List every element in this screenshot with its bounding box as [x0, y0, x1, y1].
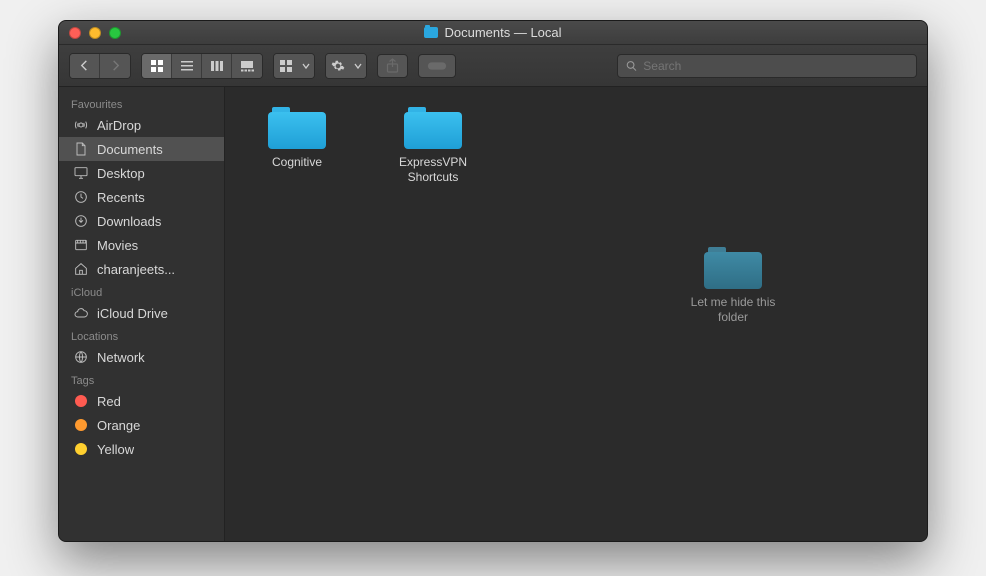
sidebar-item-label: charanjeets...	[97, 262, 175, 277]
titlebar: Documents — Local	[59, 21, 927, 45]
sidebar-item-orange[interactable]: Orange	[59, 413, 224, 437]
zoom-button[interactable]	[109, 27, 121, 39]
search-icon	[626, 60, 637, 72]
content-area[interactable]: Cognitive ExpressVPN Shortcuts Let me hi…	[225, 87, 927, 541]
sidebar-item-downloads[interactable]: Downloads	[59, 209, 224, 233]
gear-icon	[326, 54, 350, 78]
sidebar-item-label: Orange	[97, 418, 140, 433]
sidebar-item-charanjeets-[interactable]: charanjeets...	[59, 257, 224, 281]
sidebar-item-movies[interactable]: Movies	[59, 233, 224, 257]
folder-name: Cognitive	[272, 155, 322, 170]
cloud-icon	[73, 305, 89, 321]
sidebar: Favourites AirDrop Documents Desktop Recents…	[59, 87, 225, 541]
tags-button[interactable]	[418, 54, 456, 78]
sidebar-item-label: Movies	[97, 238, 138, 253]
tag-icon	[73, 417, 89, 433]
view-gallery-button[interactable]	[232, 54, 262, 78]
sidebar-item-label: iCloud Drive	[97, 306, 168, 321]
toolbar	[59, 45, 927, 87]
sidebar-section-label: Favourites	[59, 93, 224, 113]
folder-icon	[404, 107, 462, 149]
document-icon	[73, 141, 89, 157]
sidebar-item-documents[interactable]: Documents	[59, 137, 224, 161]
action-menu-button[interactable]	[325, 53, 367, 79]
sidebar-item-label: Red	[97, 394, 121, 409]
folder-item[interactable]: Let me hide this folder	[685, 247, 781, 325]
folder-item[interactable]: ExpressVPN Shortcuts	[385, 107, 481, 185]
window-body: Favourites AirDrop Documents Desktop Recents…	[59, 87, 927, 541]
view-mode-group	[141, 53, 263, 79]
window-controls	[69, 27, 121, 39]
network-icon	[73, 349, 89, 365]
folder-icon	[268, 107, 326, 149]
sidebar-section-label: Locations	[59, 325, 224, 345]
view-icons-button[interactable]	[142, 54, 172, 78]
view-columns-button[interactable]	[202, 54, 232, 78]
forward-button[interactable]	[100, 54, 130, 78]
chevron-down-icon	[298, 54, 314, 78]
sidebar-item-desktop[interactable]: Desktop	[59, 161, 224, 185]
back-button[interactable]	[70, 54, 100, 78]
sidebar-section-label: Tags	[59, 369, 224, 389]
downloads-icon	[73, 213, 89, 229]
share-button[interactable]	[377, 54, 408, 78]
minimize-button[interactable]	[89, 27, 101, 39]
sidebar-item-label: Downloads	[97, 214, 161, 229]
sidebar-item-red[interactable]: Red	[59, 389, 224, 413]
group-icon	[274, 54, 298, 78]
sidebar-item-label: Recents	[97, 190, 145, 205]
sidebar-section-label: iCloud	[59, 281, 224, 301]
sidebar-item-label: AirDrop	[97, 118, 141, 133]
finder-window: Documents — Local	[58, 20, 928, 542]
tag-icon	[73, 393, 89, 409]
recents-icon	[73, 189, 89, 205]
close-button[interactable]	[69, 27, 81, 39]
home-icon	[73, 261, 89, 277]
sidebar-item-label: Documents	[97, 142, 163, 157]
sidebar-item-recents[interactable]: Recents	[59, 185, 224, 209]
group-by-button[interactable]	[273, 53, 315, 79]
search-field[interactable]	[617, 54, 917, 78]
folder-icon	[704, 247, 762, 289]
sidebar-item-icloud-drive[interactable]: iCloud Drive	[59, 301, 224, 325]
sidebar-item-label: Yellow	[97, 442, 134, 457]
window-title: Documents — Local	[59, 25, 927, 40]
icon-grid: Cognitive ExpressVPN Shortcuts	[225, 87, 927, 205]
sidebar-item-airdrop[interactable]: AirDrop	[59, 113, 224, 137]
search-input[interactable]	[643, 59, 908, 73]
folder-item[interactable]: Cognitive	[249, 107, 345, 170]
airdrop-icon	[73, 117, 89, 133]
sidebar-item-label: Network	[97, 350, 145, 365]
chevron-down-icon	[350, 54, 366, 78]
window-title-text: Documents — Local	[444, 25, 561, 40]
folder-icon	[424, 27, 438, 38]
folder-name: ExpressVPN Shortcuts	[385, 155, 481, 185]
sidebar-item-label: Desktop	[97, 166, 145, 181]
view-list-button[interactable]	[172, 54, 202, 78]
desktop-icon	[73, 165, 89, 181]
sidebar-item-yellow[interactable]: Yellow	[59, 437, 224, 461]
nav-buttons	[69, 53, 131, 79]
folder-name: Let me hide this folder	[685, 295, 781, 325]
tag-icon	[73, 441, 89, 457]
movies-icon	[73, 237, 89, 253]
sidebar-item-network[interactable]: Network	[59, 345, 224, 369]
